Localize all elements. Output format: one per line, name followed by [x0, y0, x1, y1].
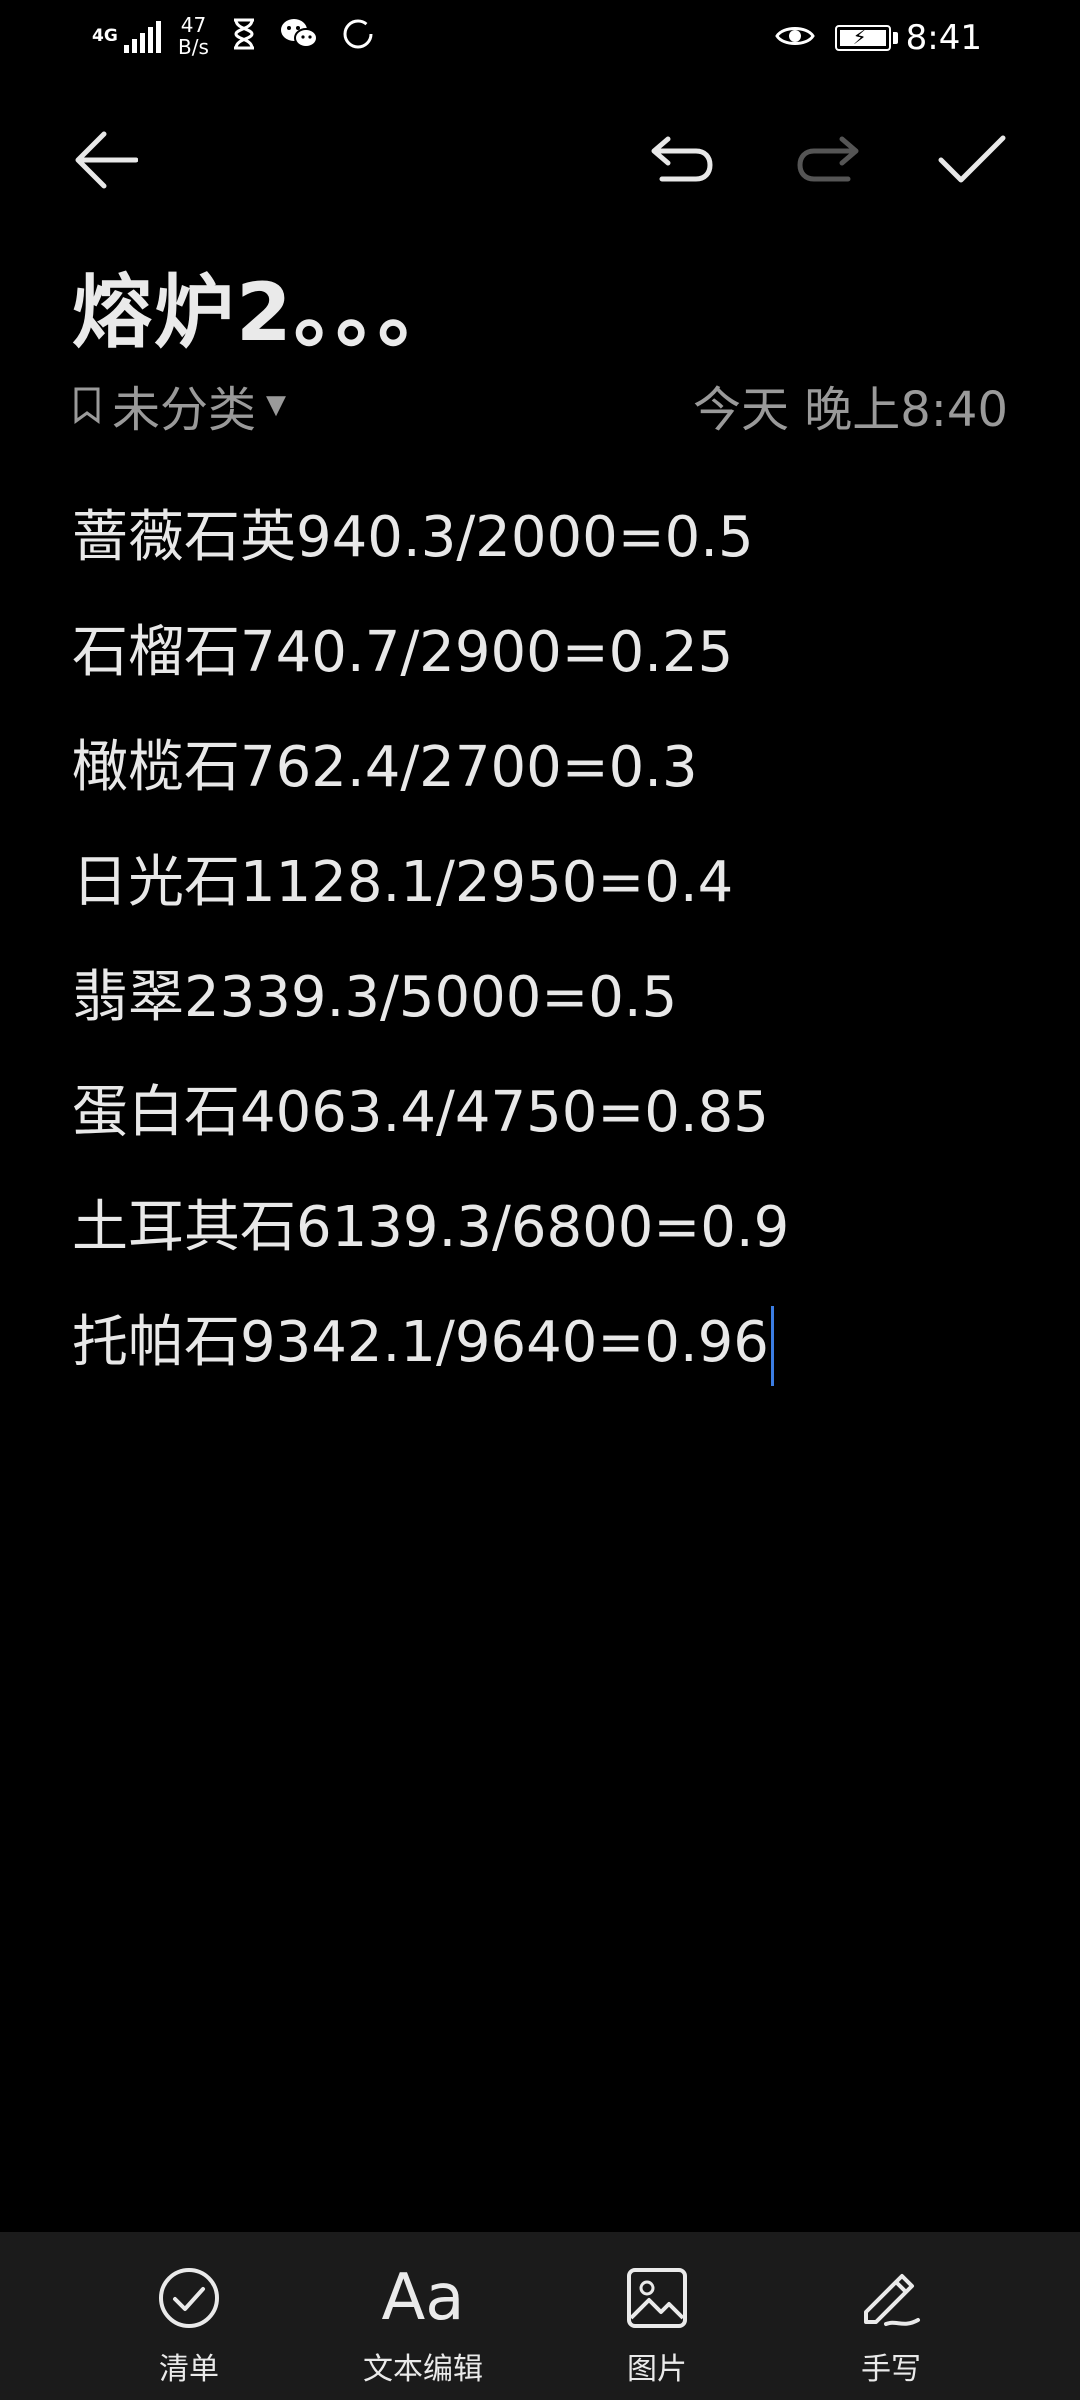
- editor-toolbar: [0, 110, 1080, 210]
- checklist-label: 清单: [159, 2352, 219, 2387]
- eye-icon: [774, 22, 815, 54]
- network-speed-unit: B/s: [178, 35, 209, 59]
- note-line[interactable]: 日光石1128.1/2950=0.4: [72, 825, 1008, 940]
- category-selector[interactable]: 未分类 ▼: [72, 370, 286, 440]
- note-line[interactable]: 石榴石740.7/2900=0.25: [72, 595, 1008, 710]
- back-arrow-icon: [75, 131, 138, 189]
- checklist-icon: [157, 2258, 221, 2338]
- note-line[interactable]: 蔷薇石英940.3/2000=0.5: [72, 480, 1008, 595]
- handwrite-label: 手写: [861, 2352, 921, 2387]
- back-button[interactable]: [56, 110, 156, 210]
- save-button[interactable]: [922, 110, 1022, 210]
- battery-tip: [892, 32, 898, 44]
- image-label: 图片: [627, 2352, 687, 2387]
- note-body[interactable]: 蔷薇石英940.3/2000=0.5 石榴石740.7/2900=0.25 橄榄…: [72, 480, 1008, 1400]
- text-edit-button[interactable]: Aa 文本编辑: [328, 2232, 518, 2400]
- status-right: ⚡ 8:41: [774, 18, 982, 58]
- wechat-icon: [279, 17, 319, 55]
- signal-icon: [124, 19, 164, 53]
- undo-button[interactable]: [632, 110, 732, 210]
- note-timestamp: 今天 晚上8:40: [692, 382, 1008, 438]
- category-label: 未分类: [112, 382, 257, 438]
- redo-button[interactable]: [778, 110, 878, 210]
- redo-icon: [797, 136, 859, 182]
- note-title[interactable]: 熔炉2。。。: [72, 248, 460, 364]
- note-line[interactable]: 橄榄石762.4/2700=0.3: [72, 710, 1008, 825]
- status-left: 4G 47 B/s: [92, 14, 375, 58]
- loading-icon: [341, 17, 375, 55]
- note-meta: 未分类 ▼ 今天 晚上8:40: [72, 370, 1008, 438]
- note-line[interactable]: 土耳其石6139.3/6800=0.9: [72, 1170, 1008, 1285]
- pen-icon: [856, 2258, 926, 2338]
- network-type: 4G: [92, 25, 118, 46]
- handwrite-button[interactable]: 手写: [796, 2232, 986, 2400]
- dropdown-caret-icon: ▼: [266, 390, 287, 420]
- bottom-toolbar: 清单 Aa 文本编辑 图片 手写: [0, 2232, 1080, 2400]
- status-clock: 8:41: [905, 18, 982, 58]
- image-button[interactable]: 图片: [562, 2232, 752, 2400]
- checklist-button[interactable]: 清单: [94, 2232, 284, 2400]
- check-icon: [938, 135, 1006, 183]
- note-line[interactable]: 蛋白石4063.4/4750=0.85: [72, 1055, 1008, 1170]
- image-icon: [625, 2258, 689, 2338]
- text-cursor: [770, 1305, 774, 1386]
- status-bar: 4G 47 B/s ⚡ 8:41: [0, 0, 1080, 80]
- hourglass-icon: [231, 18, 257, 54]
- note-line-last[interactable]: 托帕石9342.1/9640=0.96: [72, 1285, 1008, 1400]
- battery-icon: ⚡: [834, 25, 891, 51]
- note-line-text: 托帕石9342.1/9640=0.96: [72, 1310, 769, 1375]
- notes-editor-screen: 4G 47 B/s ⚡ 8:41 熔炉2。。。 未分类 ▼ 今天 晚上8:40 …: [0, 0, 1080, 2400]
- text-edit-label: 文本编辑: [363, 2352, 483, 2387]
- text-format-icon: Aa: [381, 2261, 465, 2335]
- note-line[interactable]: 翡翠2339.3/5000=0.5: [72, 940, 1008, 1055]
- network-speed-value: 47: [180, 13, 207, 37]
- network-speed: 47 B/s: [178, 14, 209, 58]
- undo-icon: [651, 136, 713, 182]
- bookmark-icon: [74, 387, 100, 424]
